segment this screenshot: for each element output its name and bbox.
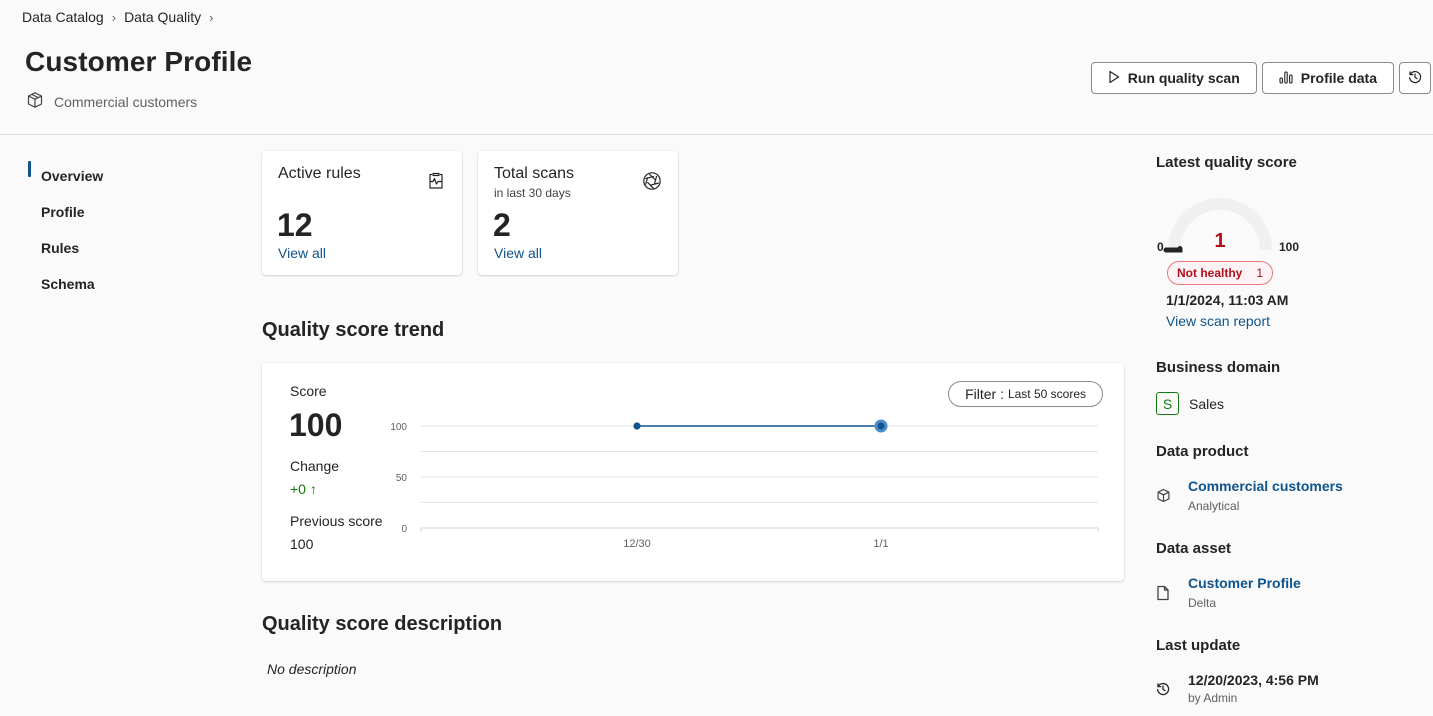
health-status-badge: Not healthy 1 — [1167, 261, 1274, 285]
run-quality-scan-button[interactable]: Run quality scan — [1090, 62, 1257, 94]
cube-icon — [26, 91, 44, 112]
document-icon — [1156, 575, 1188, 601]
y-tick-label: 50 — [396, 473, 408, 484]
aperture-icon — [642, 171, 662, 191]
rules-health-icon — [426, 171, 446, 191]
data-product-type: Analytical — [1188, 499, 1240, 513]
header-divider — [0, 134, 1433, 135]
nav-item-label: Schema — [41, 276, 95, 292]
side-nav: Overview Profile Rules Schema — [28, 158, 228, 302]
y-tick-label: 100 — [390, 422, 407, 433]
domain-initial-badge: S — [1156, 392, 1179, 415]
history-button[interactable] — [1399, 62, 1431, 94]
last-update-item: 12/20/2023, 4:56 PM by Admin — [1156, 672, 1319, 705]
active-rules-title: Active rules — [278, 165, 361, 182]
quality-score-gauge: 0 100 1 — [1157, 198, 1299, 254]
business-domain[interactable]: S Sales — [1156, 392, 1224, 415]
nav-item-label: Profile — [41, 204, 85, 220]
total-scans-title: Total scans — [494, 165, 575, 182]
active-rules-view-all-link[interactable]: View all — [278, 245, 326, 261]
data-point — [633, 422, 641, 430]
total-scans-subtitle: in last 30 days — [494, 186, 571, 200]
domain-name: Sales — [1189, 395, 1225, 412]
y-tick-label: 0 — [401, 524, 407, 535]
active-rules-card: Active rules 12 View all — [262, 151, 462, 275]
gauge-min-label: 0 — [1157, 240, 1164, 254]
gauge-score-value: 1 — [1214, 230, 1225, 252]
nav-item-label: Rules — [41, 240, 80, 256]
data-point — [877, 422, 885, 430]
nav-item-label: Overview — [41, 168, 104, 184]
health-status-label: Not healthy — [1177, 266, 1243, 280]
description-section-title: Quality score description — [262, 613, 503, 635]
cube-icon — [1156, 478, 1188, 503]
trend-section-title: Quality score trend — [262, 319, 445, 341]
page-subtitle: Commercial customers — [26, 91, 197, 112]
quality-score-chart: 0 50 100 12/30 1/1 — [390, 419, 1099, 550]
nav-item-profile[interactable]: Profile — [28, 194, 228, 230]
last-update-date: 12/20/2023, 4:56 PM — [1188, 672, 1319, 688]
view-scan-report-link[interactable]: View scan report — [1166, 313, 1270, 329]
data-product-name: Commercial customers — [54, 93, 198, 110]
chevron-right-icon: › — [111, 9, 117, 25]
page-title: Customer Profile — [25, 46, 253, 77]
last-update-heading: Last update — [1156, 637, 1241, 654]
data-asset-link[interactable]: Customer Profile — [1188, 575, 1301, 591]
total-scans-count: 2 — [493, 207, 511, 243]
chevron-right-icon: › — [209, 9, 214, 25]
run-quality-scan-label: Run quality scan — [1127, 70, 1240, 86]
description-text: No description — [267, 661, 357, 677]
history-icon — [1156, 672, 1188, 696]
total-scans-view-all-link[interactable]: View all — [494, 245, 542, 261]
header-actions: Run quality scan Profile data — [1090, 62, 1431, 94]
breadcrumb-data-quality[interactable]: Data Quality — [124, 9, 201, 25]
nav-item-rules[interactable]: Rules — [28, 230, 228, 266]
data-product-link[interactable]: Commercial customers — [1188, 478, 1343, 494]
last-update-author: by Admin — [1188, 691, 1238, 705]
data-asset-type: Delta — [1188, 596, 1217, 610]
nav-item-overview[interactable]: Overview — [28, 158, 228, 194]
play-icon — [1108, 70, 1120, 87]
gauge-max-label: 100 — [1279, 240, 1299, 254]
data-asset-item: Customer Profile Delta — [1156, 575, 1301, 610]
data-product-item: Commercial customers Analytical — [1156, 478, 1343, 513]
profile-data-button[interactable]: Profile data — [1261, 62, 1394, 94]
profile-data-label: Profile data — [1300, 70, 1377, 86]
total-scans-card: Total scans in last 30 days 2 View all — [478, 151, 678, 275]
bar-chart-icon — [1279, 70, 1293, 87]
gauge-fill — [1163, 246, 1183, 253]
active-rules-count: 12 — [277, 207, 313, 243]
breadcrumb-data-catalog[interactable]: Data Catalog — [22, 9, 104, 25]
breadcrumb: Data Catalog › Data Quality › — [22, 9, 215, 25]
latest-score-heading: Latest quality score — [1156, 154, 1297, 171]
latest-scan-date: 1/1/2024, 11:03 AM — [1166, 292, 1289, 308]
business-domain-heading: Business domain — [1156, 359, 1281, 376]
history-icon — [1408, 70, 1422, 87]
quality-score-trend-card: Score 100 Change +0 ↑ Previous score 100… — [262, 363, 1124, 581]
data-asset-heading: Data asset — [1156, 540, 1232, 557]
data-product-heading: Data product — [1156, 443, 1249, 460]
x-tick-label: 1/1 — [873, 538, 888, 550]
nav-item-schema[interactable]: Schema — [28, 266, 228, 302]
x-tick-label: 12/30 — [623, 538, 651, 550]
health-status-count: 1 — [1256, 266, 1264, 280]
